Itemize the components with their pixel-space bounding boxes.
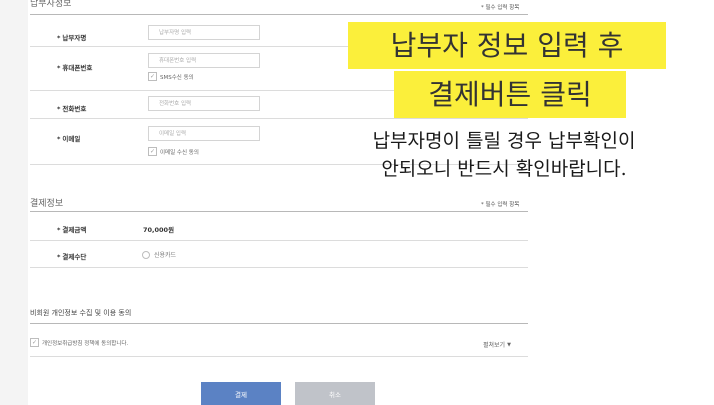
mobile-label: * 휴대폰번호 (57, 64, 93, 72)
check-icon: ✓ (30, 338, 39, 347)
phone-input[interactable] (148, 96, 260, 111)
email-consent-checkbox[interactable]: ✓ 이메일 수신 동의 (148, 147, 199, 156)
payment-section-title: 결제정보 (30, 199, 64, 209)
instruction-callout-line1: 납부자 정보 입력 후 (348, 22, 666, 69)
phone-label: * 전화번호 (57, 105, 87, 113)
check-icon: ✓ (148, 147, 157, 156)
notice-line-1: 납부자명이 틀릴 경우 납부확인이 (372, 130, 636, 152)
donor-required-note: * 필수 입력 항목 (481, 5, 520, 11)
chevron-down-icon: ▼ (507, 341, 511, 348)
check-icon: ✓ (148, 72, 157, 81)
row-divider (30, 118, 528, 119)
expand-label: 펼쳐보기 (483, 342, 506, 349)
expand-toggle[interactable]: 펼쳐보기 ▼ (483, 340, 511, 350)
privacy-section-divider (30, 323, 528, 324)
row-divider (30, 356, 528, 357)
credit-card-radio[interactable]: 신용카드 (142, 250, 176, 259)
privacy-consent-checkbox[interactable]: ✓ 개인정보취급방침 정책에 동의합니다. (30, 338, 128, 347)
payment-section-divider (30, 211, 528, 212)
sms-consent-checkbox[interactable]: ✓ SMS수신 동의 (148, 72, 194, 81)
radio-icon (142, 250, 150, 259)
cancel-button[interactable]: 취소 (295, 382, 375, 405)
privacy-section-title: 비회원 개인정보 수집 및 이용 동의 (30, 309, 132, 317)
privacy-consent-label: 개인정보취급방침 정책에 동의합니다. (42, 340, 129, 347)
instruction-callout-line2: 결제버튼 클릭 (394, 71, 626, 118)
row-divider (30, 240, 528, 241)
method-label: * 결제수단 (57, 253, 87, 261)
amount-value: 70,000원 (143, 226, 175, 234)
donor-name-label: * 납부자명 (57, 34, 87, 42)
email-consent-label: 이메일 수신 동의 (160, 149, 199, 156)
payment-required-note: * 필수 입력 항목 (481, 202, 520, 208)
pay-button[interactable]: 결제 (201, 382, 281, 405)
email-input[interactable] (148, 126, 260, 141)
donor-section-title: 납부자정보 (30, 0, 72, 9)
name-warning-notice: 납부자명이 틀릴 경우 납부확인이 안되오니 반드시 확인바랍니다. (333, 127, 675, 183)
credit-card-label: 신용카드 (154, 252, 177, 259)
notice-line-2: 안되오니 반드시 확인바랍니다. (381, 158, 627, 180)
row-divider (30, 267, 528, 268)
sms-consent-label: SMS수신 동의 (160, 74, 194, 81)
amount-label: * 결제금액 (57, 226, 87, 234)
mobile-input[interactable] (148, 53, 260, 68)
donor-section-divider (30, 14, 528, 15)
donor-name-input[interactable] (148, 25, 260, 40)
email-label: * 이메일 (57, 135, 81, 143)
